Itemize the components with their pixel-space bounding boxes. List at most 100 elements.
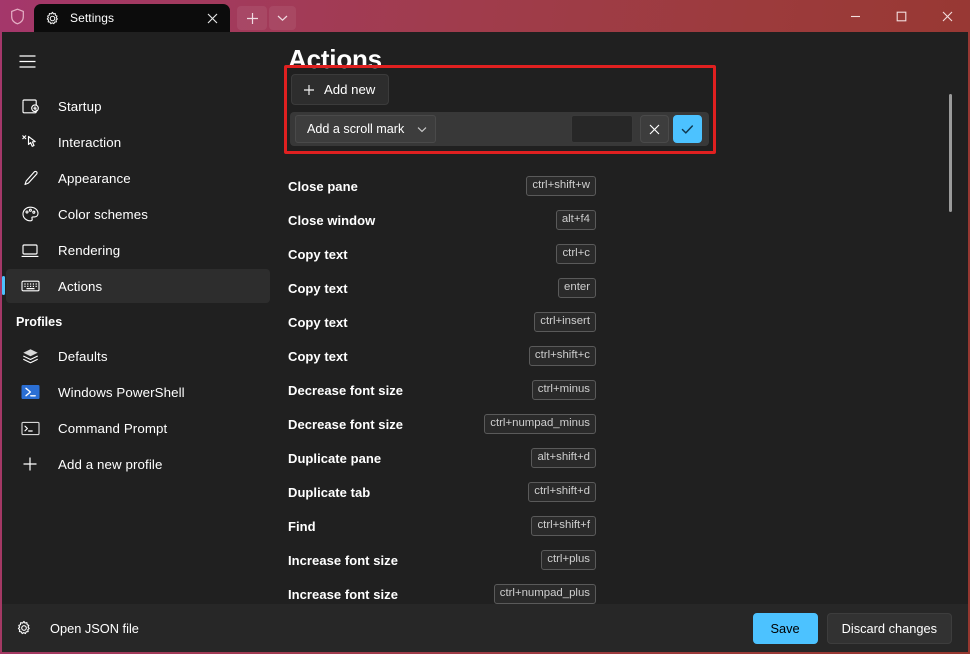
minimize-button[interactable] [832, 0, 878, 32]
window-caption-buttons [832, 0, 970, 32]
layers-icon [20, 346, 40, 366]
action-row[interactable]: Duplicate pane alt+shift+d [280, 441, 968, 475]
plus-icon [303, 84, 315, 96]
save-button[interactable]: Save [753, 613, 818, 644]
terminal-settings-window: Settings [0, 0, 970, 654]
keybinding-chip[interactable]: ctrl+shift+f [531, 516, 596, 535]
chevron-down-icon [277, 14, 288, 22]
cancel-button[interactable] [640, 115, 669, 143]
close-icon [649, 124, 660, 135]
action-row[interactable]: Decrease font sizectrl+numpad_minus [280, 407, 968, 441]
tab-title: Settings [70, 11, 202, 25]
confirm-button[interactable] [673, 115, 702, 143]
window-body: Startup Interaction Appearance [2, 32, 968, 652]
maximize-button[interactable] [878, 0, 924, 32]
sidebar-item-actions[interactable]: Actions [6, 269, 270, 303]
discard-changes-button[interactable]: Discard changes [827, 613, 952, 644]
action-row[interactable]: Copy text ctrl+insert [280, 305, 968, 339]
scrollbar[interactable] [949, 80, 952, 636]
action-editor-row: Add a scroll mark [290, 112, 709, 146]
keybinding-chip[interactable]: enter [558, 278, 596, 297]
sidebar-item-label: Add a new profile [58, 457, 162, 472]
action-name: Copy text [288, 315, 348, 330]
new-tab-dropdown-button[interactable] [269, 6, 296, 30]
gear-icon [16, 620, 32, 636]
action-row[interactable]: Duplicate tab ctrl+shift+d [280, 475, 968, 509]
keybinding-chip[interactable]: ctrl+plus [541, 550, 596, 569]
action-row[interactable]: Increase font size ctrl+plus [280, 543, 968, 577]
command-prompt-icon [20, 418, 40, 438]
close-icon[interactable] [202, 8, 222, 28]
action-name: Copy text [288, 247, 348, 262]
scrollbar-thumb[interactable] [949, 94, 952, 212]
new-tab-button[interactable] [237, 6, 267, 30]
close-window-button[interactable] [924, 0, 970, 32]
action-name: Copy text [288, 281, 348, 296]
keybinding-chip[interactable]: ctrl+shift+d [528, 482, 596, 501]
sidebar-item-label: Command Prompt [58, 421, 167, 436]
action-name: Increase font size [288, 553, 398, 568]
checkmark-icon [681, 124, 694, 135]
sidebar-item-startup[interactable]: Startup [6, 89, 270, 123]
action-name: Decrease font size [288, 383, 403, 398]
sidebar-item-rendering[interactable]: Rendering [6, 233, 270, 267]
keybinding-chip[interactable]: ctrl+numpad_plus [494, 584, 596, 603]
sidebar: Startup Interaction Appearance [2, 32, 280, 652]
hamburger-icon[interactable] [6, 42, 48, 80]
sidebar-item-label: Color schemes [58, 207, 148, 222]
action-row[interactable]: Decrease font size ctrl+minus [280, 373, 968, 407]
keybinding-chip[interactable]: ctrl+minus [532, 380, 596, 399]
gear-icon [45, 11, 60, 26]
sidebar-item-defaults[interactable]: Defaults [6, 339, 270, 373]
add-new-label: Add new [324, 82, 375, 97]
keybinding-chip[interactable]: ctrl+shift+w [526, 176, 596, 195]
sidebar-item-label: Startup [58, 99, 102, 114]
sidebar-item-interaction[interactable]: Interaction [6, 125, 270, 159]
plus-icon [20, 454, 40, 474]
sidebar-item-label: Rendering [58, 243, 120, 258]
action-name: Copy text [288, 349, 348, 364]
sidebar-group-header: Profiles [2, 304, 280, 338]
shield-icon [0, 0, 34, 32]
action-name: Duplicate tab [288, 485, 370, 500]
keyboard-icon [20, 276, 40, 296]
sidebar-item-command-prompt[interactable]: Command Prompt [6, 411, 270, 445]
open-json-file-button[interactable]: Open JSON file [16, 620, 139, 636]
action-row[interactable]: Copy text enter [280, 271, 968, 305]
open-json-file-label: Open JSON file [50, 621, 139, 636]
sidebar-item-color-schemes[interactable]: Color schemes [6, 197, 270, 231]
keybinding-chip[interactable]: alt+shift+d [531, 448, 596, 467]
actions-list: Close panectrl+shift+w Close window alt+f4… [280, 169, 968, 635]
title-bar: Settings [0, 0, 970, 32]
action-row[interactable]: Close window alt+f4 [280, 203, 968, 237]
add-new-button[interactable]: Add new [291, 74, 389, 105]
action-name: Find [288, 519, 316, 534]
appearance-icon [20, 168, 40, 188]
keybinding-chip[interactable]: alt+f4 [556, 210, 596, 229]
chevron-down-icon [417, 126, 427, 133]
action-name-input[interactable] [571, 115, 633, 143]
sidebar-item-windows-powershell[interactable]: Windows PowerShell [6, 375, 270, 409]
action-name: Duplicate pane [288, 451, 381, 466]
action-name: Close window [288, 213, 375, 228]
keybinding-chip[interactable]: ctrl+c [556, 244, 596, 263]
action-type-value: Add a scroll mark [307, 122, 404, 136]
sidebar-item-appearance[interactable]: Appearance [6, 161, 270, 195]
action-row[interactable]: Copy text ctrl+shift+c [280, 339, 968, 373]
action-row[interactable]: Copy text ctrl+c [280, 237, 968, 271]
palette-icon [20, 204, 40, 224]
action-row[interactable]: Close panectrl+shift+w [280, 169, 968, 203]
sidebar-item-label: Defaults [58, 349, 108, 364]
interaction-icon [20, 132, 40, 152]
tab-settings[interactable]: Settings [34, 4, 230, 32]
powershell-icon [20, 382, 40, 402]
footer-bar: Open JSON file Save Discard changes [2, 604, 968, 652]
main-content: Actions Add new Add a scroll mark [280, 32, 968, 652]
action-type-dropdown[interactable]: Add a scroll mark [295, 115, 436, 143]
keybinding-chip[interactable]: ctrl+insert [534, 312, 596, 331]
keybinding-chip[interactable]: ctrl+shift+c [529, 346, 596, 365]
action-row[interactable]: Find ctrl+shift+f [280, 509, 968, 543]
keybinding-chip[interactable]: ctrl+numpad_minus [484, 414, 596, 433]
sidebar-item-add-new-profile[interactable]: Add a new profile [6, 447, 270, 481]
startup-icon [20, 96, 40, 116]
